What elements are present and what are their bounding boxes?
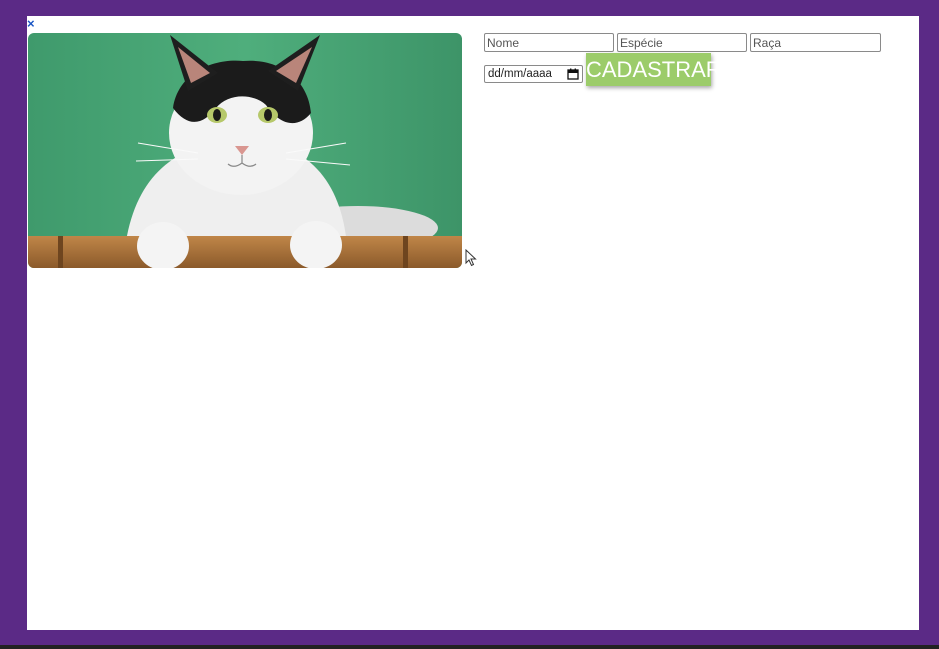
breed-input[interactable] <box>750 33 881 52</box>
name-input[interactable] <box>484 33 614 52</box>
date-placeholder: dd/mm/aaaa <box>488 68 552 80</box>
cat-photo <box>28 33 462 268</box>
main-panel: × Nome Espécie Raça dd/mm/aaaa CADASTRAR <box>27 16 919 630</box>
species-input[interactable] <box>617 33 747 52</box>
window-bottom-edge <box>0 645 939 649</box>
mouse-pointer-icon <box>465 249 477 267</box>
cat-illustration <box>28 33 462 268</box>
birth-date-input[interactable]: dd/mm/aaaa <box>484 65 583 83</box>
close-icon[interactable]: × <box>27 17 35 31</box>
register-button[interactable]: CADASTRAR <box>586 53 722 86</box>
calendar-icon[interactable] <box>567 68 579 80</box>
